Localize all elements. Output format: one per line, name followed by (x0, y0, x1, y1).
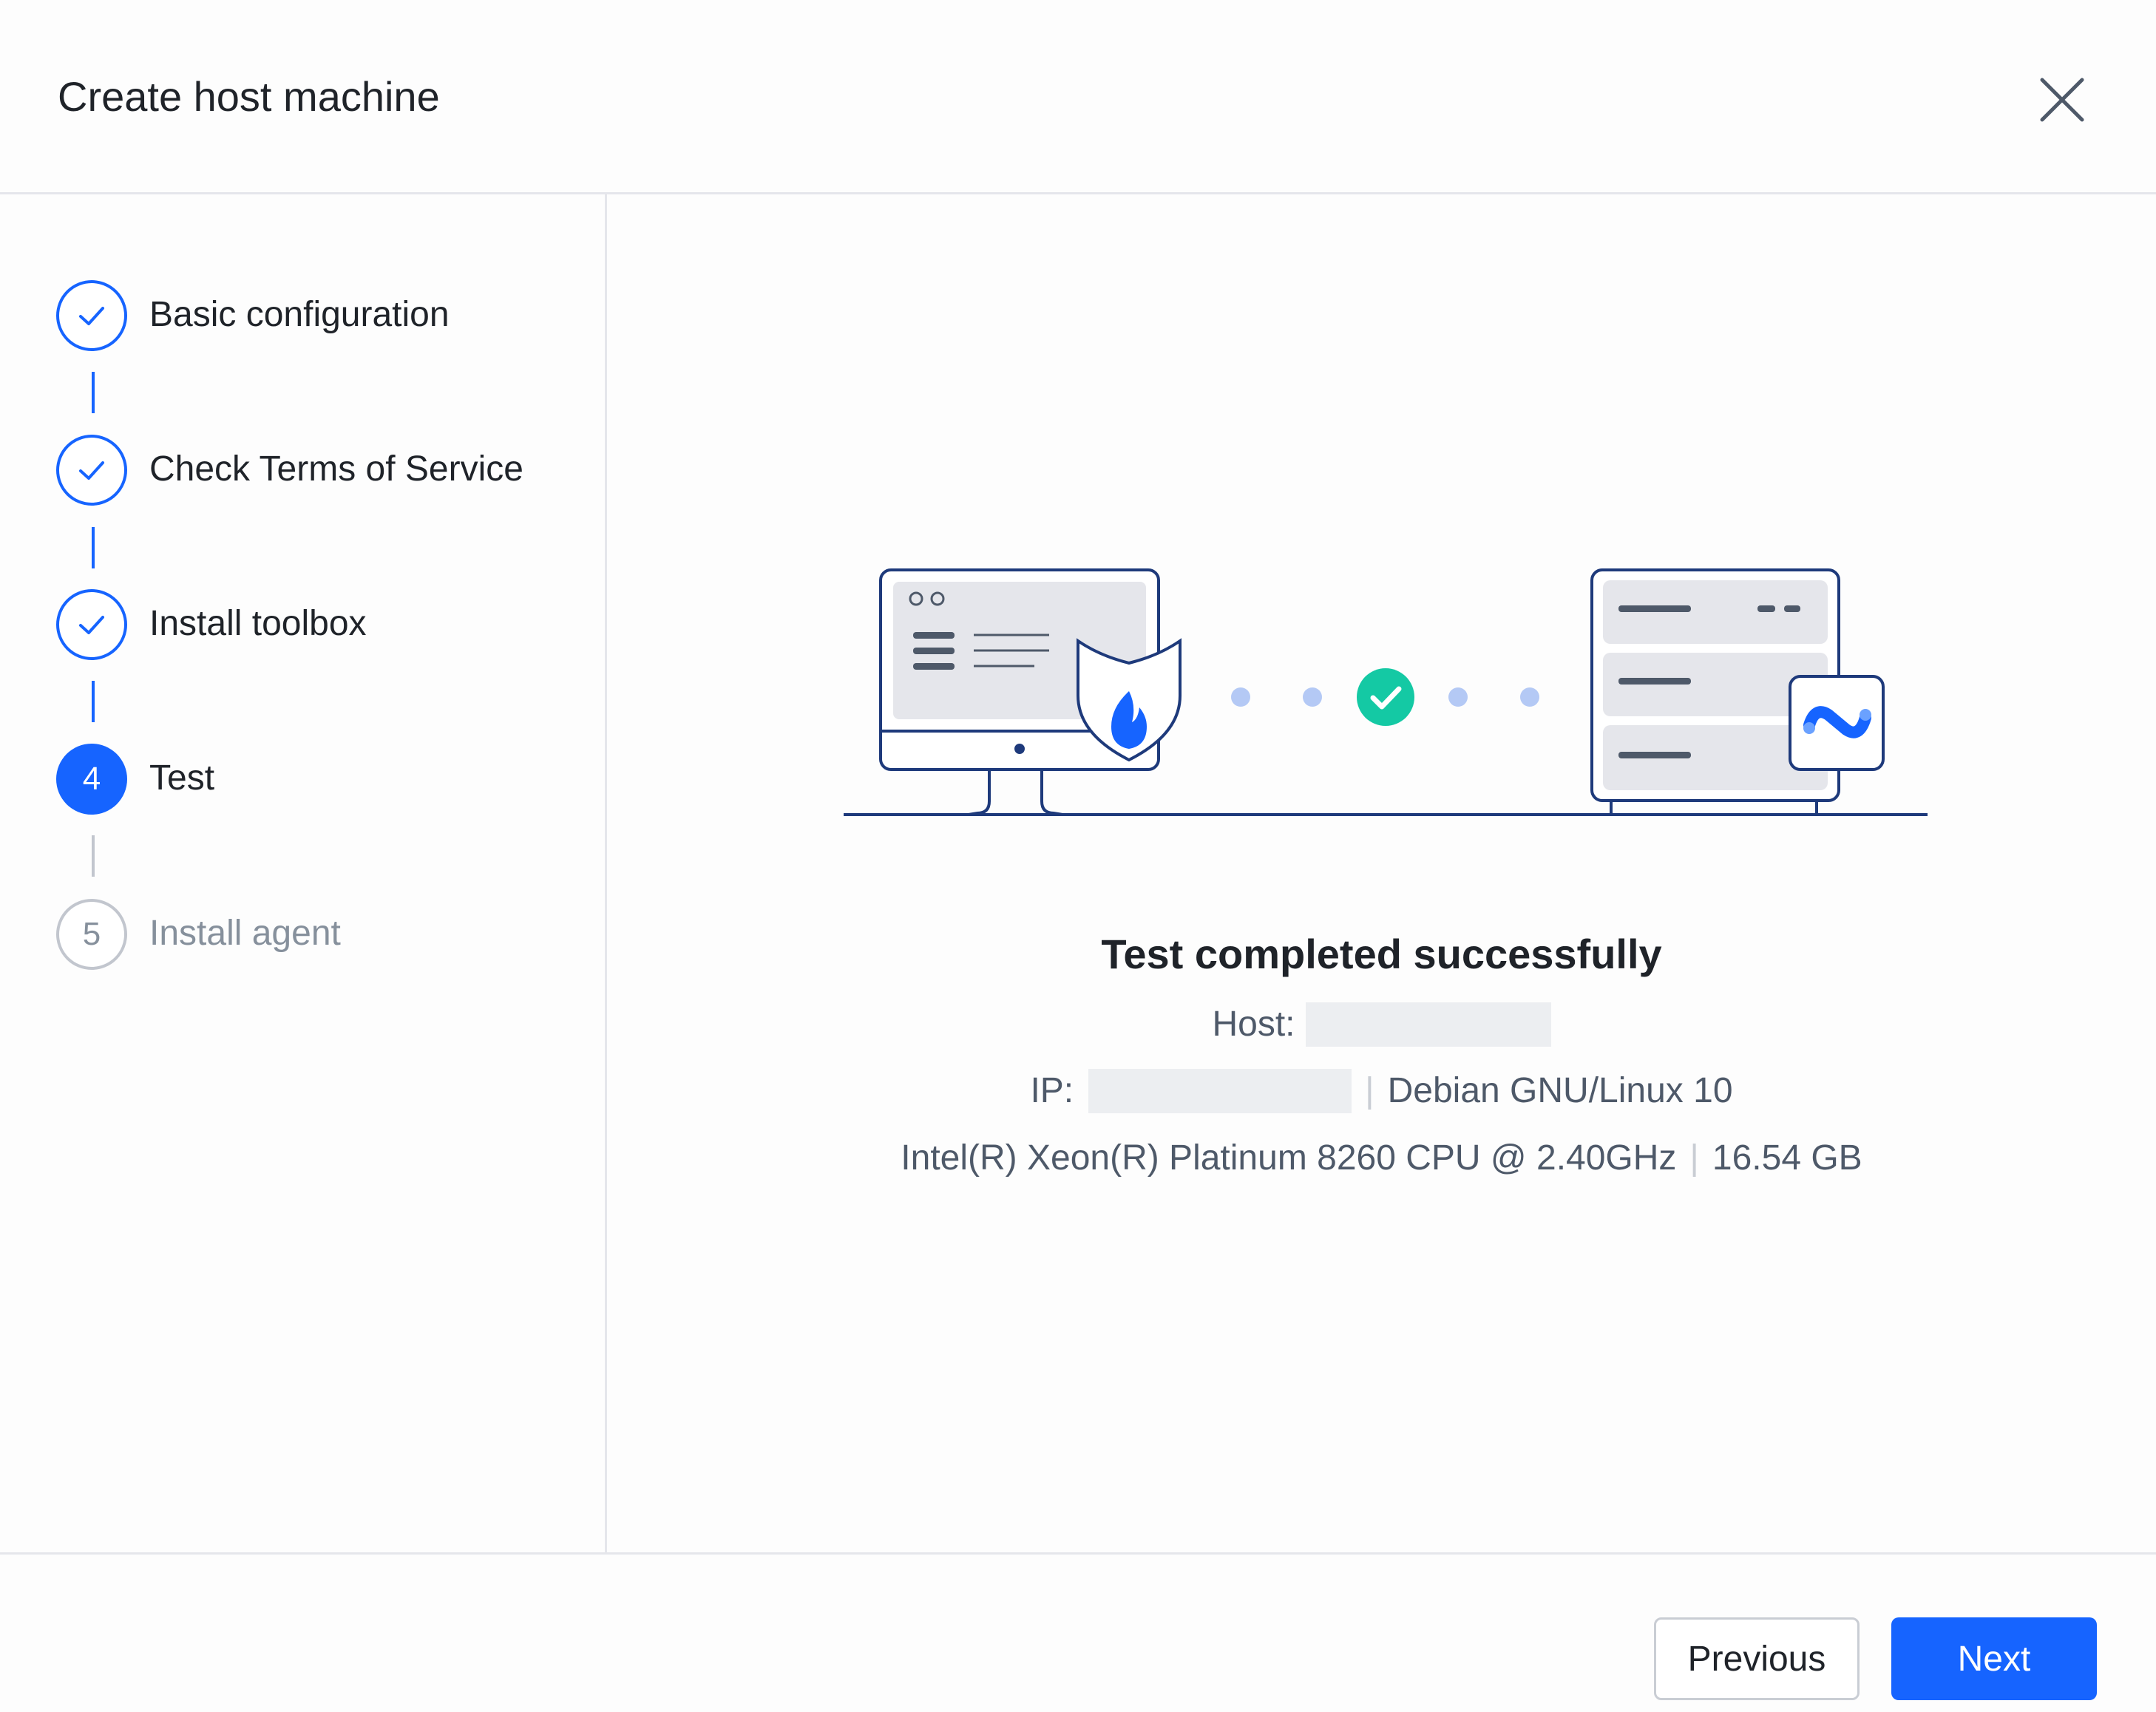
step-connector (92, 835, 95, 877)
step-connector (92, 527, 95, 568)
step-label: Check Terms of Service (149, 449, 523, 489)
check-icon (79, 307, 104, 325)
separator: | (1365, 1071, 1374, 1110)
step-label: Install agent (149, 914, 341, 953)
ip-value-redacted (1088, 1069, 1352, 1113)
step-check-terms: Check Terms of Service (56, 435, 589, 509)
close-button[interactable] (2033, 71, 2091, 129)
step-test: 4 Test (56, 744, 589, 818)
dialog-title: Create host machine (58, 73, 440, 120)
os-value: Debian GNU/Linux 10 (1387, 1071, 1733, 1110)
host-label: Host: (1212, 1005, 1295, 1044)
step-install-agent: 5 Install agent (56, 899, 589, 973)
dialog-header: Create host machine (0, 0, 2156, 194)
hardware-info-line: Intel(R) Xeon(R) Platinum 8260 CPU @ 2.4… (607, 1134, 2156, 1183)
memory-value: 16.54 GB (1712, 1138, 1862, 1178)
connection-illustration (844, 568, 1928, 816)
check-icon (79, 461, 104, 480)
test-result-panel: Test completed successfully Host: IP: | … (607, 194, 2156, 1552)
step-number-pending: 5 (56, 899, 127, 970)
steps-sidebar: Basic configuration Check Terms of Servi… (0, 194, 607, 1552)
host-info-line: Host: (607, 1000, 2156, 1049)
cpu-value: Intel(R) Xeon(R) Platinum 8260 CPU @ 2.4… (901, 1138, 1677, 1178)
result-title: Test completed successfully (1101, 931, 1662, 977)
step-label: Basic configuration (149, 295, 450, 334)
step-install-toolbox: Install toolbox (56, 589, 589, 663)
step-basic-configuration: Basic configuration (56, 280, 589, 354)
agent-logo-icon (1789, 675, 1885, 771)
step-label: Test (149, 758, 215, 798)
next-button[interactable]: Next (1891, 1617, 2097, 1700)
previous-button[interactable]: Previous (1654, 1617, 1860, 1700)
step-number-active: 4 (56, 744, 127, 815)
close-icon (2040, 78, 2084, 122)
ip-os-info-line: IP: | Debian GNU/Linux 10 (607, 1067, 2156, 1115)
separator: | (1689, 1138, 1699, 1178)
step-connector (92, 681, 95, 722)
success-check-icon (1357, 668, 1414, 726)
ip-label: IP: (1030, 1071, 1074, 1110)
host-value-redacted (1305, 1002, 1551, 1047)
step-status-done (56, 589, 127, 660)
step-label: Install toolbox (149, 604, 367, 643)
check-icon (79, 616, 104, 634)
step-connector (92, 372, 95, 413)
step-status-done (56, 435, 127, 506)
dialog-footer: Previous Next (0, 1552, 2156, 1712)
step-status-done (56, 280, 127, 351)
